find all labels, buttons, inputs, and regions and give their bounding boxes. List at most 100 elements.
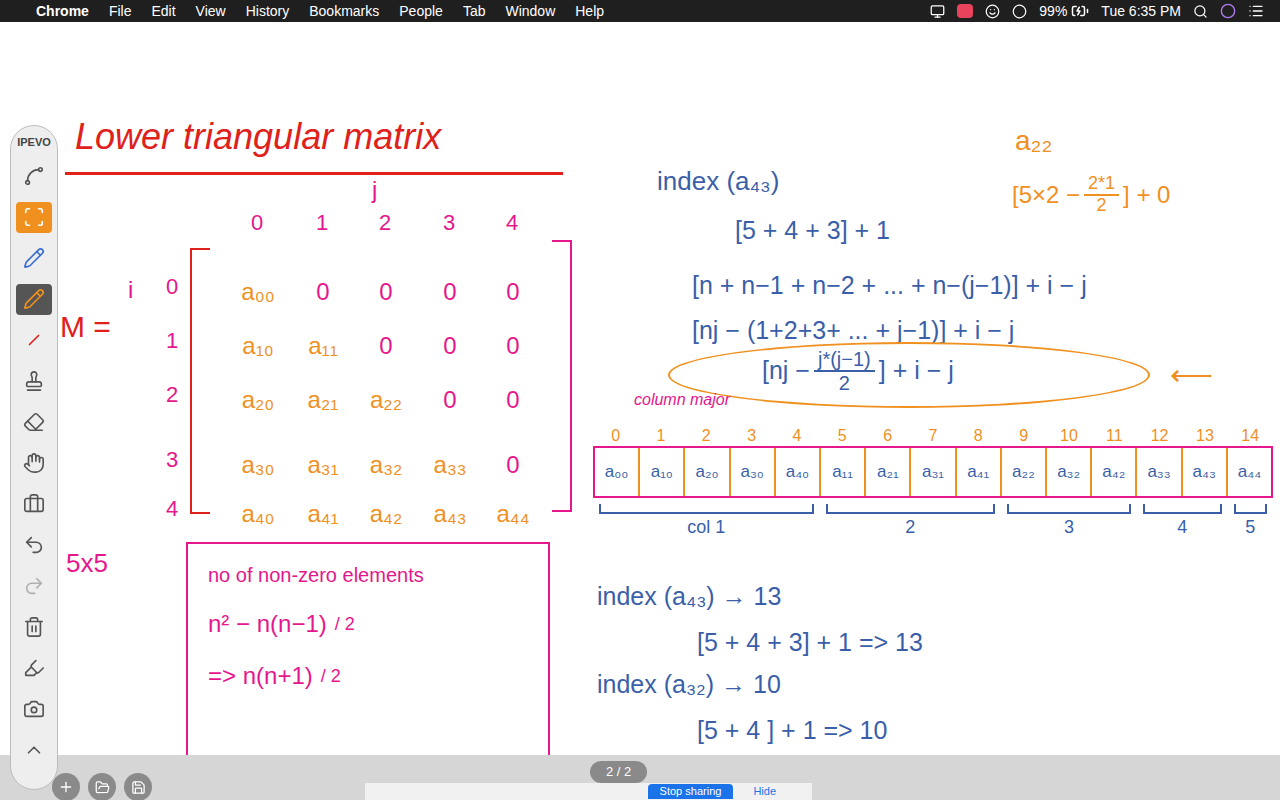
tool-button[interactable] [16, 366, 52, 397]
derivation-step: [n + n−1 + n−2 + ... + n−(j−1)] + i − j [692, 267, 1087, 305]
array-cell: a₁₁ [819, 448, 864, 496]
folder-icon [95, 780, 110, 795]
array-cell: a₄₀ [774, 448, 819, 496]
array-index: 9 [1001, 424, 1046, 448]
matrix-cell: a₂₁ [293, 382, 353, 418]
tool-palette: IPEVO [10, 125, 58, 790]
menu-bar: Chrome File Edit View History Bookmarks People… [0, 0, 1280, 22]
array-cell: a₂₁ [864, 448, 909, 496]
array-cell: a₂₀ [683, 448, 728, 496]
array-cell: a₂₂ [1000, 448, 1045, 496]
menu-item[interactable]: View [196, 1, 226, 22]
tool-button[interactable] [16, 284, 52, 315]
array-cell: a₄₃ [1181, 448, 1226, 496]
tool-button[interactable] [16, 735, 52, 766]
share-button[interactable]: Stop sharing [648, 784, 734, 799]
column-label: 4 [497, 206, 527, 239]
battery[interactable]: 99% [1039, 1, 1089, 22]
row-label: 1 [166, 324, 178, 357]
status-icon[interactable] [985, 4, 1000, 19]
array-cell: a₃₀ [729, 448, 774, 496]
fraction: j*(j−1)2 [814, 348, 875, 394]
share-button[interactable]: Hide [741, 784, 788, 799]
matrix-cell: a₁₀ [228, 328, 288, 364]
screen: Chrome File Edit View History Bookmarks People… [0, 0, 1280, 800]
array-cell: a₃₁ [909, 448, 954, 496]
tool-button[interactable] [16, 571, 52, 602]
whiteboard[interactable]: Lower triangular matrixj01234i01234M =a₀… [0, 22, 1280, 755]
array-group: 2 [820, 504, 1001, 541]
matrix-cell: a₃₁ [293, 447, 353, 483]
tool-button[interactable] [16, 407, 52, 438]
array-group: col 1 [593, 504, 820, 541]
open-button[interactable] [88, 773, 116, 800]
example-work: [5×2 − 2*12] + 0 [1012, 174, 1170, 216]
share-bar: Stop sharing Hide [365, 783, 812, 800]
siri-icon[interactable] [1220, 3, 1236, 19]
size-label: 5x5 [66, 544, 108, 583]
tool-button[interactable] [16, 161, 52, 192]
count-heading: no of non-zero elements [208, 560, 528, 590]
menu-item[interactable]: Bookmarks [309, 1, 379, 22]
array-group: 5 [1228, 504, 1273, 541]
row-label: 2 [166, 378, 178, 411]
tool-button[interactable] [16, 325, 52, 356]
hand-icon [23, 452, 45, 474]
sync-icon[interactable] [1012, 4, 1027, 19]
matrix-cell: a₄₂ [356, 496, 416, 532]
menu-item[interactable]: People [399, 1, 443, 22]
tool-button[interactable] [16, 530, 52, 561]
derivation-heading: index (a₄₃) [657, 162, 779, 201]
formula: [nj − j*(j−1)2] + i − j [762, 348, 954, 394]
clock[interactable]: Tue 6:35 PM [1101, 1, 1181, 22]
array-cell: a₄₂ [1090, 448, 1135, 496]
array-index: 6 [865, 424, 910, 448]
matrix-cell: 0 [420, 328, 480, 364]
menu-item[interactable]: Help [575, 1, 604, 22]
save-icon [131, 780, 146, 795]
array-cell: a₃₂ [1045, 448, 1090, 496]
tool-button[interactable] [16, 489, 52, 520]
matrix-cell: 0 [293, 274, 353, 310]
line-icon [18, 324, 49, 355]
trash-icon [23, 616, 45, 638]
matrix-cell: a₃₂ [356, 447, 416, 483]
menu-item[interactable]: Edit [151, 1, 175, 22]
record-icon[interactable] [957, 4, 973, 18]
menu-item[interactable]: File [109, 1, 132, 22]
notification-icon[interactable] [1248, 3, 1264, 19]
search-icon[interactable] [1193, 4, 1208, 19]
pen-icon [23, 288, 45, 310]
tool-button[interactable] [16, 612, 52, 643]
menu-item[interactable]: Window [505, 1, 555, 22]
column-label: 1 [307, 206, 337, 239]
tool-button[interactable] [16, 448, 52, 479]
battery-icon [1071, 2, 1089, 20]
app-menu[interactable]: Chrome [36, 1, 89, 22]
display-icon[interactable] [930, 4, 945, 19]
matrix-cell: 0 [420, 274, 480, 310]
tool-button[interactable] [16, 653, 52, 684]
count-line: n² − n(n−1)/ 2 [208, 606, 528, 642]
array-index: 1 [638, 424, 683, 448]
matrix-cell: a₄₁ [293, 496, 353, 532]
menu-item[interactable]: History [246, 1, 290, 22]
array-index: 13 [1182, 424, 1227, 448]
tool-button[interactable] [16, 694, 52, 725]
array-index: 10 [1046, 424, 1091, 448]
undo-icon [23, 534, 45, 556]
matrix-cell: a₂₂ [356, 382, 416, 418]
new-page-button[interactable] [52, 773, 80, 800]
matrix-cell: a₃₃ [420, 447, 480, 483]
matrix-cell: 0 [483, 447, 543, 483]
toolbox-icon [23, 493, 45, 515]
board-title: Lower triangular matrix [75, 110, 441, 164]
save-button[interactable] [124, 773, 152, 800]
example-heading: a₂₂ [1015, 120, 1052, 162]
tool-button[interactable] [16, 243, 52, 274]
array: a₀₀a₁₀a₂₀a₃₀a₄₀a₁₁a₂₁a₃₁a₄₁a₂₂a₃₂a₄₂a₃₃a… [593, 446, 1273, 498]
j-label: j [372, 172, 377, 208]
tool-button[interactable] [16, 202, 52, 233]
matrix-cell: a₃₀ [228, 447, 288, 483]
menu-item[interactable]: Tab [463, 1, 486, 22]
